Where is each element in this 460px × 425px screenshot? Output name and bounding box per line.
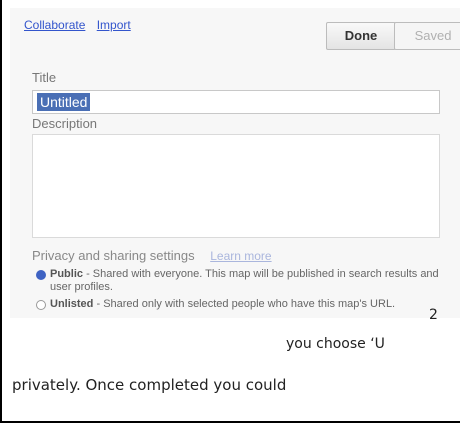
title-input[interactable]: Untitled — [32, 90, 440, 114]
unlisted-option-desc: Shared only with selected people who hav… — [103, 298, 396, 310]
unlisted-option-text: Unlisted - Shared only with selected peo… — [50, 298, 396, 310]
title-label: Title — [32, 70, 57, 85]
document-page: Collaborate Import Done Saved Title Unti… — [0, 0, 460, 423]
privacy-heading-text: Privacy and sharing settings — [32, 248, 195, 263]
caption-line-2: you choose ‘U — [286, 336, 385, 352]
description-textarea[interactable] — [32, 134, 440, 238]
map-edit-panel: Collaborate Import Done Saved Title Unti… — [10, 8, 460, 318]
done-button[interactable]: Done — [326, 22, 396, 50]
privacy-heading: Privacy and sharing settings Learn more — [32, 248, 272, 263]
privacy-option-public[interactable]: Public - Shared with everyone. This map … — [36, 268, 446, 294]
panel-toolbar: Collaborate Import — [24, 18, 139, 32]
learn-more-link[interactable]: Learn more — [210, 249, 271, 263]
public-option-desc: Shared with everyone. This map will be p… — [50, 268, 439, 293]
caption-line-1: 2 — [429, 307, 438, 323]
unlisted-option-name: Unlisted — [50, 298, 94, 310]
saved-button[interactable]: Saved — [394, 22, 460, 50]
public-radio[interactable] — [36, 270, 46, 280]
import-link[interactable]: Import — [97, 18, 131, 32]
public-option-text: Public - Shared with everyone. This map … — [50, 268, 439, 293]
public-option-name: Public — [50, 268, 84, 280]
caption-line-3: privately. Once completed you could — [12, 376, 287, 394]
collaborate-link[interactable]: Collaborate — [24, 18, 85, 32]
privacy-option-unlisted[interactable]: Unlisted - Shared only with selected peo… — [36, 298, 446, 311]
description-label: Description — [32, 116, 98, 131]
title-input-value: Untitled — [37, 93, 91, 111]
unlisted-radio[interactable] — [36, 300, 46, 310]
